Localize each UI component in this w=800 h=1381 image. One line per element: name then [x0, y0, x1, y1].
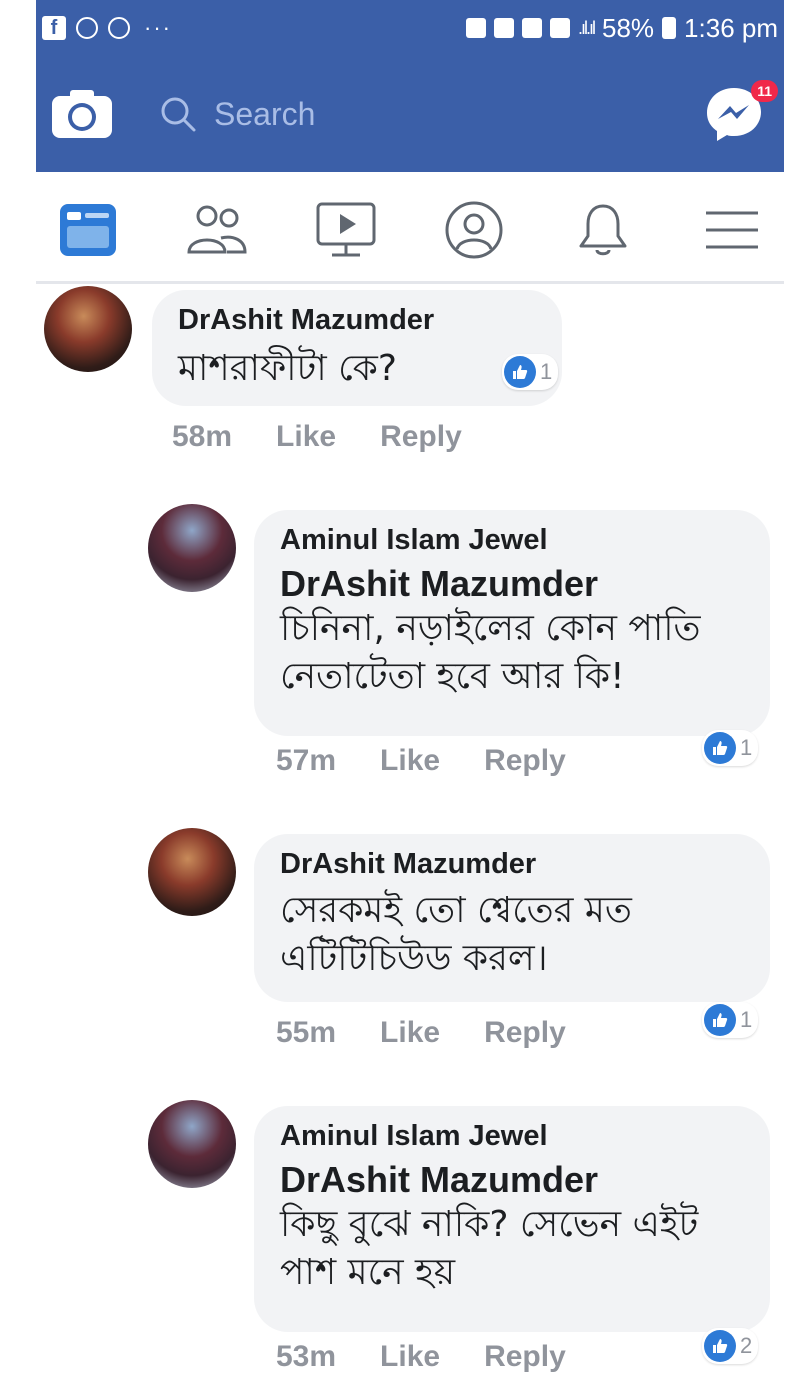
like-link[interactable]: Like — [380, 744, 440, 778]
search-input[interactable] — [212, 94, 616, 134]
top-navbar: 11 — [36, 56, 784, 172]
watch-icon — [316, 202, 376, 256]
like-reaction-icon — [704, 1004, 736, 1036]
lock-icon — [465, 18, 486, 38]
reply-link[interactable]: Reply — [484, 744, 566, 778]
comment-bubble[interactable]: DrAshit Mazumder সেরকমই তো শ্বেতের মত এট… — [254, 834, 770, 1002]
messenger-badge: 11 — [751, 80, 778, 102]
avatar[interactable] — [148, 828, 236, 916]
facebook-notification-icon: f — [42, 16, 66, 40]
comment-text: সেরকমই তো শ্বেতের মত এটিটিচিউড করল। — [280, 890, 632, 979]
signal-icon: .ıl.ıl — [577, 17, 596, 38]
reply-link[interactable]: Reply — [484, 1016, 566, 1050]
comment-meta: 55m Like Reply — [276, 1016, 566, 1050]
avatar[interactable] — [148, 1100, 236, 1188]
reaction-number: 1 — [740, 735, 753, 760]
battery-icon — [662, 17, 677, 39]
menu-icon — [705, 211, 758, 248]
like-link[interactable]: Like — [380, 1016, 440, 1050]
reaction-number: 1 — [740, 1007, 753, 1032]
reply-link[interactable]: Reply — [380, 420, 462, 454]
tab-friends[interactable] — [181, 194, 253, 266]
search-bar[interactable] — [158, 94, 702, 134]
avatar[interactable] — [44, 286, 132, 372]
tab-watch[interactable] — [310, 194, 382, 266]
news-feed-icon — [60, 203, 116, 256]
messenger-button[interactable]: 11 — [702, 80, 778, 146]
comment-mention[interactable]: DrAshit Mazumder — [280, 1159, 744, 1201]
sync-icon — [76, 17, 98, 39]
alarm-icon — [521, 18, 542, 38]
comment-text: কিছু বুঝে নাকি? সেভেন এইট পাশ মনে হয় — [280, 1204, 699, 1293]
comment-time: 57m — [276, 744, 337, 777]
sync-icon-2 — [108, 17, 130, 39]
comment-text: চিনিনা, নড়াইলের কোন পাতি নেতাটেতা হবে আ… — [280, 608, 701, 697]
comment-meta: 53m Like Reply — [276, 1340, 566, 1374]
reaction-number: 1 — [540, 359, 553, 384]
battery-percent: 58% — [602, 12, 655, 43]
comment-meta: 57m Like Reply — [276, 744, 566, 778]
tab-notifications[interactable] — [567, 194, 639, 266]
comment-author[interactable]: DrAshit Mazumder — [178, 304, 536, 337]
search-icon — [161, 97, 196, 132]
camera-button[interactable] — [50, 88, 114, 140]
bell-icon — [579, 204, 627, 255]
profile-icon — [445, 201, 503, 258]
reaction-number: 2 — [740, 1333, 753, 1358]
avatar[interactable] — [148, 504, 236, 592]
comment-bubble[interactable]: Aminul Islam Jewel DrAshit Mazumder কিছু… — [254, 1106, 770, 1332]
like-link[interactable]: Like — [276, 420, 336, 454]
clock: 1:36 pm — [684, 12, 778, 43]
drive-icon — [493, 18, 514, 38]
comment-meta: 58m Like Reply — [172, 420, 462, 454]
camera-icon — [52, 90, 112, 138]
like-link[interactable]: Like — [380, 1340, 440, 1374]
comment-time: 58m — [172, 420, 233, 453]
comment-text: মাশরাফীটা কে? — [178, 348, 397, 389]
reaction-count[interactable]: 1 — [502, 354, 559, 390]
comment-time: 53m — [276, 1340, 337, 1373]
comment-time: 55m — [276, 1016, 337, 1049]
reaction-count[interactable]: 2 — [702, 1328, 759, 1364]
like-reaction-icon — [704, 732, 736, 764]
status-bar: f ··· .ıl.ıl 58% 1:36 pm — [36, 0, 784, 56]
comment-bubble[interactable]: DrAshit Mazumder মাশরাফীটা কে? — [152, 290, 562, 406]
sim-icon — [549, 18, 570, 38]
tab-news-feed[interactable] — [52, 194, 124, 266]
tab-bar — [36, 178, 784, 284]
tab-profile[interactable] — [438, 194, 510, 266]
reaction-count[interactable]: 1 — [702, 730, 759, 766]
comment-author[interactable]: Aminul Islam Jewel — [280, 1120, 744, 1153]
comment-author[interactable]: DrAshit Mazumder — [280, 848, 744, 881]
like-reaction-icon — [704, 1330, 736, 1362]
comment-mention[interactable]: DrAshit Mazumder — [280, 563, 744, 605]
reaction-count[interactable]: 1 — [702, 1002, 759, 1038]
friends-icon — [187, 205, 247, 253]
comment-author[interactable]: Aminul Islam Jewel — [280, 524, 744, 557]
comment-bubble[interactable]: Aminul Islam Jewel DrAshit Mazumder চিনি… — [254, 510, 770, 736]
more-notifications-icon: ··· — [144, 15, 172, 40]
like-reaction-icon — [504, 356, 536, 388]
reply-link[interactable]: Reply — [484, 1340, 566, 1374]
tab-menu[interactable] — [696, 194, 768, 266]
